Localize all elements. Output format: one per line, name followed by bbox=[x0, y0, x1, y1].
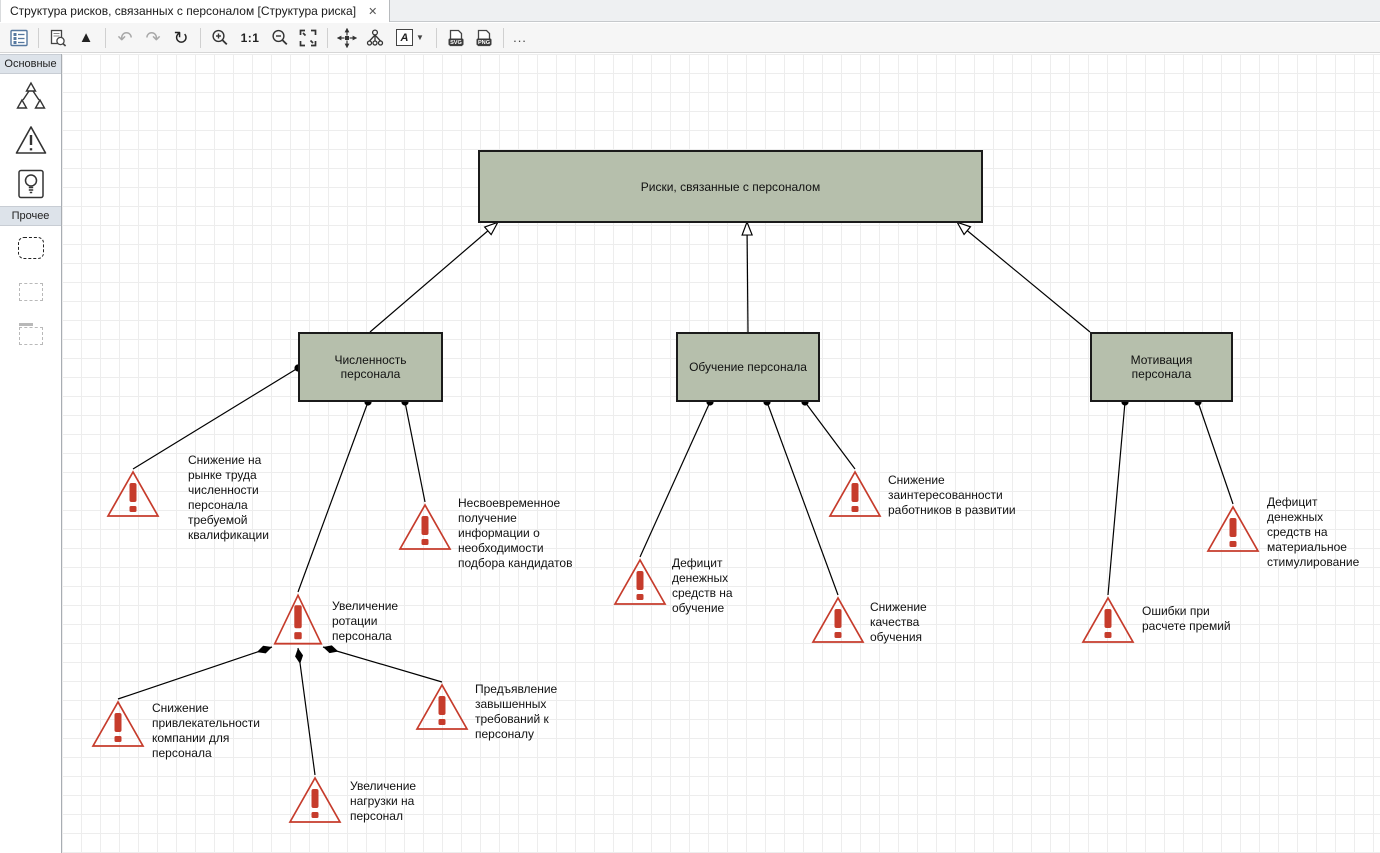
pan-mode-icon[interactable] bbox=[334, 26, 360, 50]
svg-text:SVG: SVG bbox=[450, 40, 462, 46]
close-icon[interactable]: ✕ bbox=[366, 5, 379, 18]
zoom-in-icon[interactable] bbox=[207, 26, 233, 50]
risk-label: Увеличение нагрузки на персонал bbox=[350, 779, 495, 824]
palette-section-title: Основные bbox=[0, 54, 61, 74]
dashed-titled-frame-icon[interactable] bbox=[0, 314, 61, 358]
risk-structure-icon[interactable] bbox=[0, 74, 61, 118]
connector-aggregation[interactable] bbox=[118, 647, 272, 699]
toolbar: ▲ ↶ ↷ ↻ 1:1 bbox=[0, 23, 1380, 53]
svg-text:PNG: PNG bbox=[478, 40, 490, 46]
dashed-rounded-rect-icon[interactable] bbox=[0, 226, 61, 270]
warning-triangle-icon bbox=[414, 682, 470, 732]
risk-label: Ошибки при расчете премий bbox=[1142, 604, 1287, 634]
find-preview-icon[interactable] bbox=[45, 26, 71, 50]
auto-layout-icon[interactable] bbox=[362, 26, 388, 50]
connector-aggregation[interactable] bbox=[323, 647, 442, 682]
font-settings-button[interactable]: A ▼ bbox=[390, 26, 430, 50]
fit-screen-icon[interactable] bbox=[295, 26, 321, 50]
connector-generalization[interactable] bbox=[370, 223, 497, 332]
risk-label: Снижение на рынке труда численности перс… bbox=[188, 453, 333, 543]
risk-node[interactable]: Снижение заинтересованности работников в… bbox=[827, 469, 883, 519]
warning-triangle-icon bbox=[287, 775, 343, 825]
risk-group-training[interactable]: Обучение персонала bbox=[676, 332, 820, 402]
palette-section-title: Прочее bbox=[0, 206, 61, 226]
warning-triangle-icon bbox=[827, 469, 883, 519]
risk-label: Увеличение ротации персонала bbox=[332, 599, 477, 644]
risk-node[interactable]: Снижение качества обучения bbox=[810, 595, 866, 645]
connector-generalization[interactable] bbox=[958, 223, 1090, 332]
redo-icon[interactable]: ↷ bbox=[140, 26, 166, 50]
diagram-tab[interactable]: Структура рисков, связанных с персоналом… bbox=[0, 0, 390, 22]
collapse-icon[interactable]: ▲ bbox=[73, 26, 99, 50]
connector-risk[interactable] bbox=[805, 402, 855, 469]
risk-label: Снижение заинтересованности работников в… bbox=[888, 473, 1058, 518]
risk-node[interactable]: Несвоевременное получение информации о н… bbox=[397, 502, 453, 552]
node-label: Численность персонала bbox=[310, 353, 431, 381]
node-label: Риски, связанные с персоналом bbox=[641, 180, 820, 194]
risk-node[interactable]: Дефицит денежных средств на материальное… bbox=[1205, 504, 1261, 554]
risk-node[interactable]: Снижение на рынке труда численности перс… bbox=[105, 469, 161, 519]
toolbar-separator bbox=[327, 28, 328, 48]
diagram-list-icon[interactable] bbox=[6, 26, 32, 50]
warning-triangle-icon bbox=[810, 595, 866, 645]
risk-label: Снижение привлекательности компании для … bbox=[152, 701, 312, 761]
shape-palette: Основные Прочее bbox=[0, 54, 62, 853]
connector-risk[interactable] bbox=[640, 402, 710, 557]
risk-group-headcount[interactable]: Численность персонала bbox=[298, 332, 443, 402]
tab-title: Структура рисков, связанных с персоналом… bbox=[10, 4, 356, 18]
connector-risk[interactable] bbox=[1198, 402, 1233, 504]
connector-risk[interactable] bbox=[1108, 402, 1125, 595]
undo-icon[interactable]: ↶ bbox=[112, 26, 138, 50]
risk-label: Дефицит денежных средств на материальное… bbox=[1267, 495, 1380, 570]
risk-group-root[interactable]: Риски, связанные с персоналом bbox=[478, 150, 983, 223]
risk-label: Предъявление завышенных требований к пер… bbox=[475, 682, 620, 742]
risk-node[interactable]: Увеличение ротации персонала bbox=[272, 592, 324, 647]
risk-label: Несвоевременное получение информации о н… bbox=[458, 496, 618, 571]
diagram-canvas[interactable]: Риски, связанные с персоналом Численност… bbox=[62, 54, 1380, 853]
risk-node[interactable]: Ошибки при расчете премий bbox=[1080, 595, 1136, 645]
risk-node[interactable]: Снижение привлекательности компании для … bbox=[90, 699, 146, 749]
connector-risk[interactable] bbox=[405, 402, 425, 502]
warning-triangle-icon bbox=[1080, 595, 1136, 645]
chevron-down-icon: ▼ bbox=[416, 33, 424, 42]
risk-node[interactable]: Дефицит денежных средств на обучение bbox=[612, 557, 668, 607]
risk-factor-icon[interactable] bbox=[0, 162, 61, 206]
zoom-out-icon[interactable] bbox=[267, 26, 293, 50]
warning-triangle-icon bbox=[612, 557, 668, 607]
risk-node[interactable]: Увеличение нагрузки на персонал bbox=[287, 775, 343, 825]
toolbar-separator bbox=[436, 28, 437, 48]
warning-triangle-icon bbox=[397, 502, 453, 552]
warning-triangle-icon bbox=[90, 699, 146, 749]
warning-triangle-icon bbox=[1205, 504, 1261, 554]
warning-triangle-icon bbox=[272, 592, 324, 647]
risk-node[interactable]: Предъявление завышенных требований к пер… bbox=[414, 682, 470, 732]
node-label: Обучение персонала bbox=[689, 360, 807, 374]
node-label: Мотивация персонала bbox=[1102, 353, 1221, 381]
risk-label: Снижение качества обучения bbox=[870, 600, 1015, 645]
risk-icon[interactable] bbox=[0, 118, 61, 162]
dashed-frame-icon[interactable] bbox=[0, 270, 61, 314]
warning-triangle-icon bbox=[105, 469, 161, 519]
toolbar-separator bbox=[105, 28, 106, 48]
toolbar-separator bbox=[503, 28, 504, 48]
zoom-100-button[interactable]: 1:1 bbox=[235, 26, 265, 50]
more-button[interactable]: ... bbox=[510, 26, 530, 50]
connector-generalization[interactable] bbox=[747, 223, 748, 332]
risk-label: Дефицит денежных средств на обучение bbox=[672, 556, 817, 616]
risk-group-motivation[interactable]: Мотивация персонала bbox=[1090, 332, 1233, 402]
toolbar-separator bbox=[200, 28, 201, 48]
toolbar-separator bbox=[38, 28, 39, 48]
export-svg-button[interactable]: SVG bbox=[443, 26, 469, 50]
refresh-icon[interactable]: ↻ bbox=[168, 26, 194, 50]
export-png-button[interactable]: PNG bbox=[471, 26, 497, 50]
app-window: Структура рисков, связанных с персоналом… bbox=[0, 0, 1380, 853]
tab-bar: Структура рисков, связанных с персоналом… bbox=[0, 0, 1380, 22]
